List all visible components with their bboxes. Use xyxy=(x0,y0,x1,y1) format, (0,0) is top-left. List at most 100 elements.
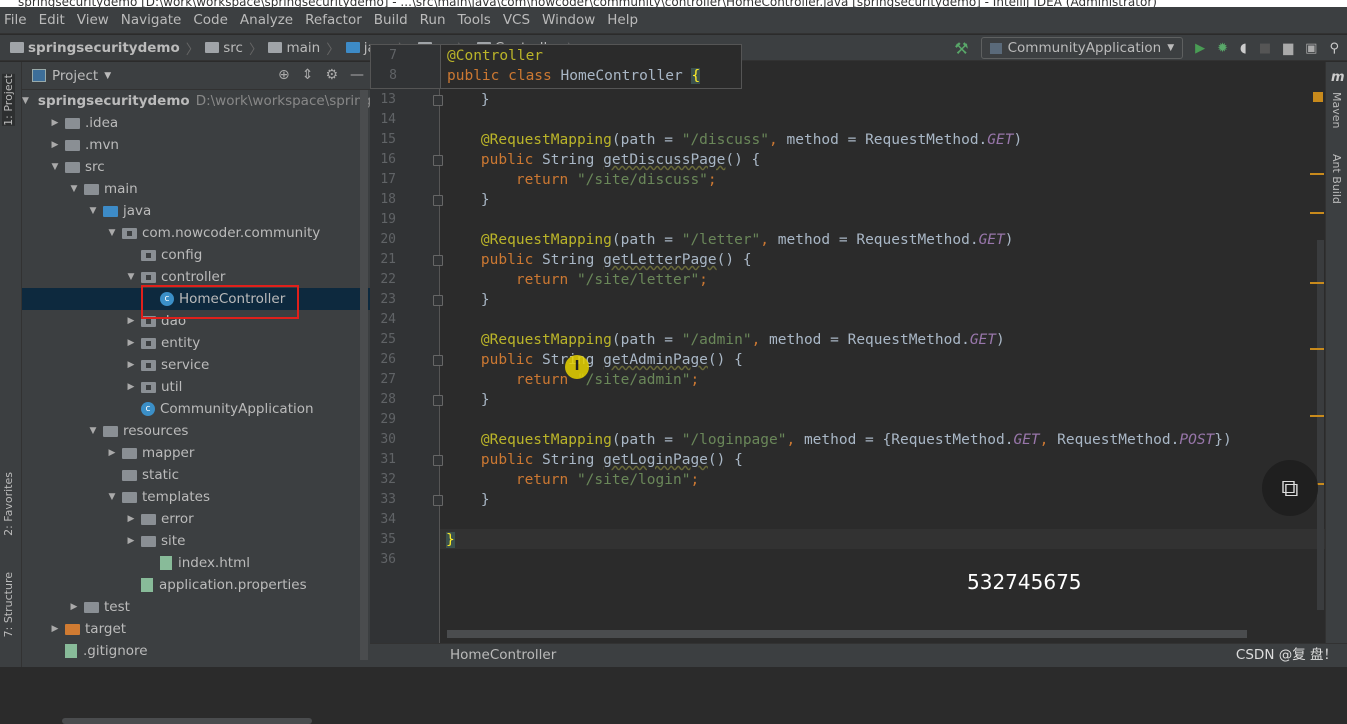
terminal-icon[interactable]: ▣ xyxy=(1305,41,1317,56)
tree-item[interactable]: ▼ com.nowcoder.community xyxy=(22,222,370,244)
coverage-icon[interactable]: ◖ xyxy=(1240,41,1247,56)
tree-item[interactable]: ▶ .mvn xyxy=(22,134,370,156)
tab-structure[interactable]: 7: Structure xyxy=(2,572,15,637)
tree-item[interactable]: ▶ util xyxy=(22,376,370,398)
code-line[interactable]: } xyxy=(446,190,490,210)
menu-tools[interactable]: Tools xyxy=(458,12,491,28)
code-line[interactable]: @RequestMapping(path = "/letter", method… xyxy=(446,230,1014,250)
breadcrumb-item[interactable]: springsecuritydemo 〉 xyxy=(10,38,199,58)
tree-item[interactable]: config xyxy=(22,244,370,266)
editor-scrollbar[interactable] xyxy=(1317,240,1324,610)
horizontal-scrollbar[interactable] xyxy=(62,718,312,724)
menu-refactor[interactable]: Refactor xyxy=(305,12,362,28)
chevron-down-icon[interactable]: ▼ xyxy=(106,492,118,502)
chevron-right-icon[interactable]: ▶ xyxy=(125,514,137,524)
menu-navigate[interactable]: Navigate xyxy=(121,12,182,28)
tab-maven[interactable]: Maven xyxy=(1330,92,1343,128)
menu-edit[interactable]: Edit xyxy=(39,12,65,28)
chevron-right-icon[interactable]: ▶ xyxy=(49,624,61,634)
breadcrumb-item[interactable]: main 〉 xyxy=(268,38,340,58)
tree-item[interactable]: ▶ test xyxy=(22,596,370,618)
code-line[interactable]: } xyxy=(446,390,490,410)
tree-item[interactable]: static xyxy=(22,464,370,486)
fold-icon[interactable] xyxy=(433,195,443,206)
fold-icon[interactable] xyxy=(433,355,443,366)
chevron-down-icon[interactable]: ▼ xyxy=(104,71,111,81)
code-line[interactable]: public String getAdminPage() { xyxy=(446,350,743,370)
chevron-down-icon[interactable]: ▼ xyxy=(87,206,99,216)
error-stripe-mark[interactable] xyxy=(1310,415,1324,417)
chevron-down-icon[interactable]: ▼ xyxy=(49,162,61,172)
fold-icon[interactable] xyxy=(433,255,443,266)
locate-icon[interactable]: ⊕ xyxy=(278,67,290,83)
chevron-right-icon[interactable]: ▶ xyxy=(125,382,137,392)
tree-item[interactable]: .gitignore xyxy=(22,640,370,662)
error-stripe-mark[interactable] xyxy=(1310,348,1324,350)
chevron-right-icon[interactable]: ▶ xyxy=(106,448,118,458)
fold-icon[interactable] xyxy=(433,495,443,506)
editor-file-name[interactable]: HomeController xyxy=(450,647,556,663)
fold-icon[interactable] xyxy=(433,395,443,406)
code-line[interactable]: public String getDiscussPage() { xyxy=(446,150,760,170)
build-hammer-icon[interactable]: ⚒ xyxy=(954,39,968,58)
project-view-select[interactable]: Project xyxy=(52,68,98,84)
code-line[interactable]: public class HomeController { xyxy=(447,66,701,86)
chevron-down-icon[interactable]: ▼ xyxy=(87,426,99,436)
run-config-select[interactable]: CommunityApplication ▼ xyxy=(980,37,1184,59)
picture-in-picture-icon[interactable]: ⧉ xyxy=(1262,460,1318,516)
code-editor[interactable]: 13 } 14 15 @RequestMapping(path = "/discus… xyxy=(370,62,1325,643)
chevron-right-icon[interactable]: ▶ xyxy=(125,338,137,348)
fold-icon[interactable] xyxy=(433,295,443,306)
menu-window[interactable]: Window xyxy=(542,12,595,28)
code-line[interactable]: return "/site/letter"; xyxy=(446,270,708,290)
tab-ant-build[interactable]: Ant Build xyxy=(1330,154,1343,204)
menu-view[interactable]: View xyxy=(77,12,109,28)
chevron-right-icon[interactable]: ▶ xyxy=(49,118,61,128)
chevron-down-icon[interactable]: ▼ xyxy=(22,96,29,106)
code-line[interactable]: } xyxy=(446,530,455,550)
menu-help[interactable]: Help xyxy=(607,12,638,28)
breadcrumb-item[interactable]: src 〉 xyxy=(205,38,262,58)
chevron-down-icon[interactable]: ▼ xyxy=(106,228,118,238)
tree-item[interactable]: ▶ entity xyxy=(22,332,370,354)
tree-item[interactable]: ▼ src xyxy=(22,156,370,178)
tree-item[interactable]: c CommunityApplication xyxy=(22,398,370,420)
tree-item[interactable]: ▼ resources xyxy=(22,420,370,442)
gear-icon[interactable]: ⚙ xyxy=(325,67,338,83)
editor-horizontal-scrollbar[interactable] xyxy=(447,630,1247,638)
tree-item[interactable]: ▶ dao xyxy=(22,310,370,332)
warning-marker[interactable] xyxy=(1313,92,1323,102)
chevron-down-icon[interactable]: ▼ xyxy=(68,184,80,194)
menu-file[interactable]: File xyxy=(4,12,27,28)
minimize-icon[interactable]: — xyxy=(350,67,364,83)
run-icon[interactable]: ▶ xyxy=(1195,41,1205,56)
search-icon[interactable]: ⚲ xyxy=(1329,41,1339,56)
tree-item[interactable]: c HomeController xyxy=(22,288,370,310)
tree-item[interactable]: index.html xyxy=(22,552,370,574)
code-line[interactable]: return "/site/discuss"; xyxy=(446,170,717,190)
tree-item[interactable]: ▼ java xyxy=(22,200,370,222)
menu-code[interactable]: Code xyxy=(193,12,228,28)
tree-item[interactable]: ▶ error xyxy=(22,508,370,530)
chevron-right-icon[interactable]: ▶ xyxy=(125,316,137,326)
fold-icon[interactable] xyxy=(433,95,443,106)
chevron-down-icon[interactable]: ▼ xyxy=(125,272,137,282)
tree-item[interactable]: ▶ .idea xyxy=(22,112,370,134)
code-line[interactable]: public String getLetterPage() { xyxy=(446,250,752,270)
collapse-all-icon[interactable]: ⇕ xyxy=(302,67,314,83)
project-scrollbar[interactable] xyxy=(360,90,368,660)
tree-item[interactable]: ▶ target xyxy=(22,618,370,640)
tree-item[interactable]: ▼ springsecuritydemo D:\work\workspace\spr… xyxy=(22,90,387,112)
chevron-right-icon[interactable]: ▶ xyxy=(125,360,137,370)
chevron-right-icon[interactable]: ▶ xyxy=(49,140,61,150)
chevron-right-icon[interactable]: ▶ xyxy=(125,536,137,546)
menu-run[interactable]: Run xyxy=(420,12,446,28)
tree-item[interactable]: application.properties xyxy=(22,574,370,596)
stop-icon[interactable]: ■ xyxy=(1259,41,1271,56)
error-stripe-mark[interactable] xyxy=(1310,282,1324,284)
menu-vcs[interactable]: VCS xyxy=(503,12,530,28)
project-structure-icon[interactable]: ▆ xyxy=(1283,41,1293,56)
code-line[interactable]: return "/site/login"; xyxy=(446,470,699,490)
error-stripe-mark[interactable] xyxy=(1310,212,1324,214)
code-line[interactable]: @RequestMapping(path = "/loginpage", met… xyxy=(446,430,1232,450)
